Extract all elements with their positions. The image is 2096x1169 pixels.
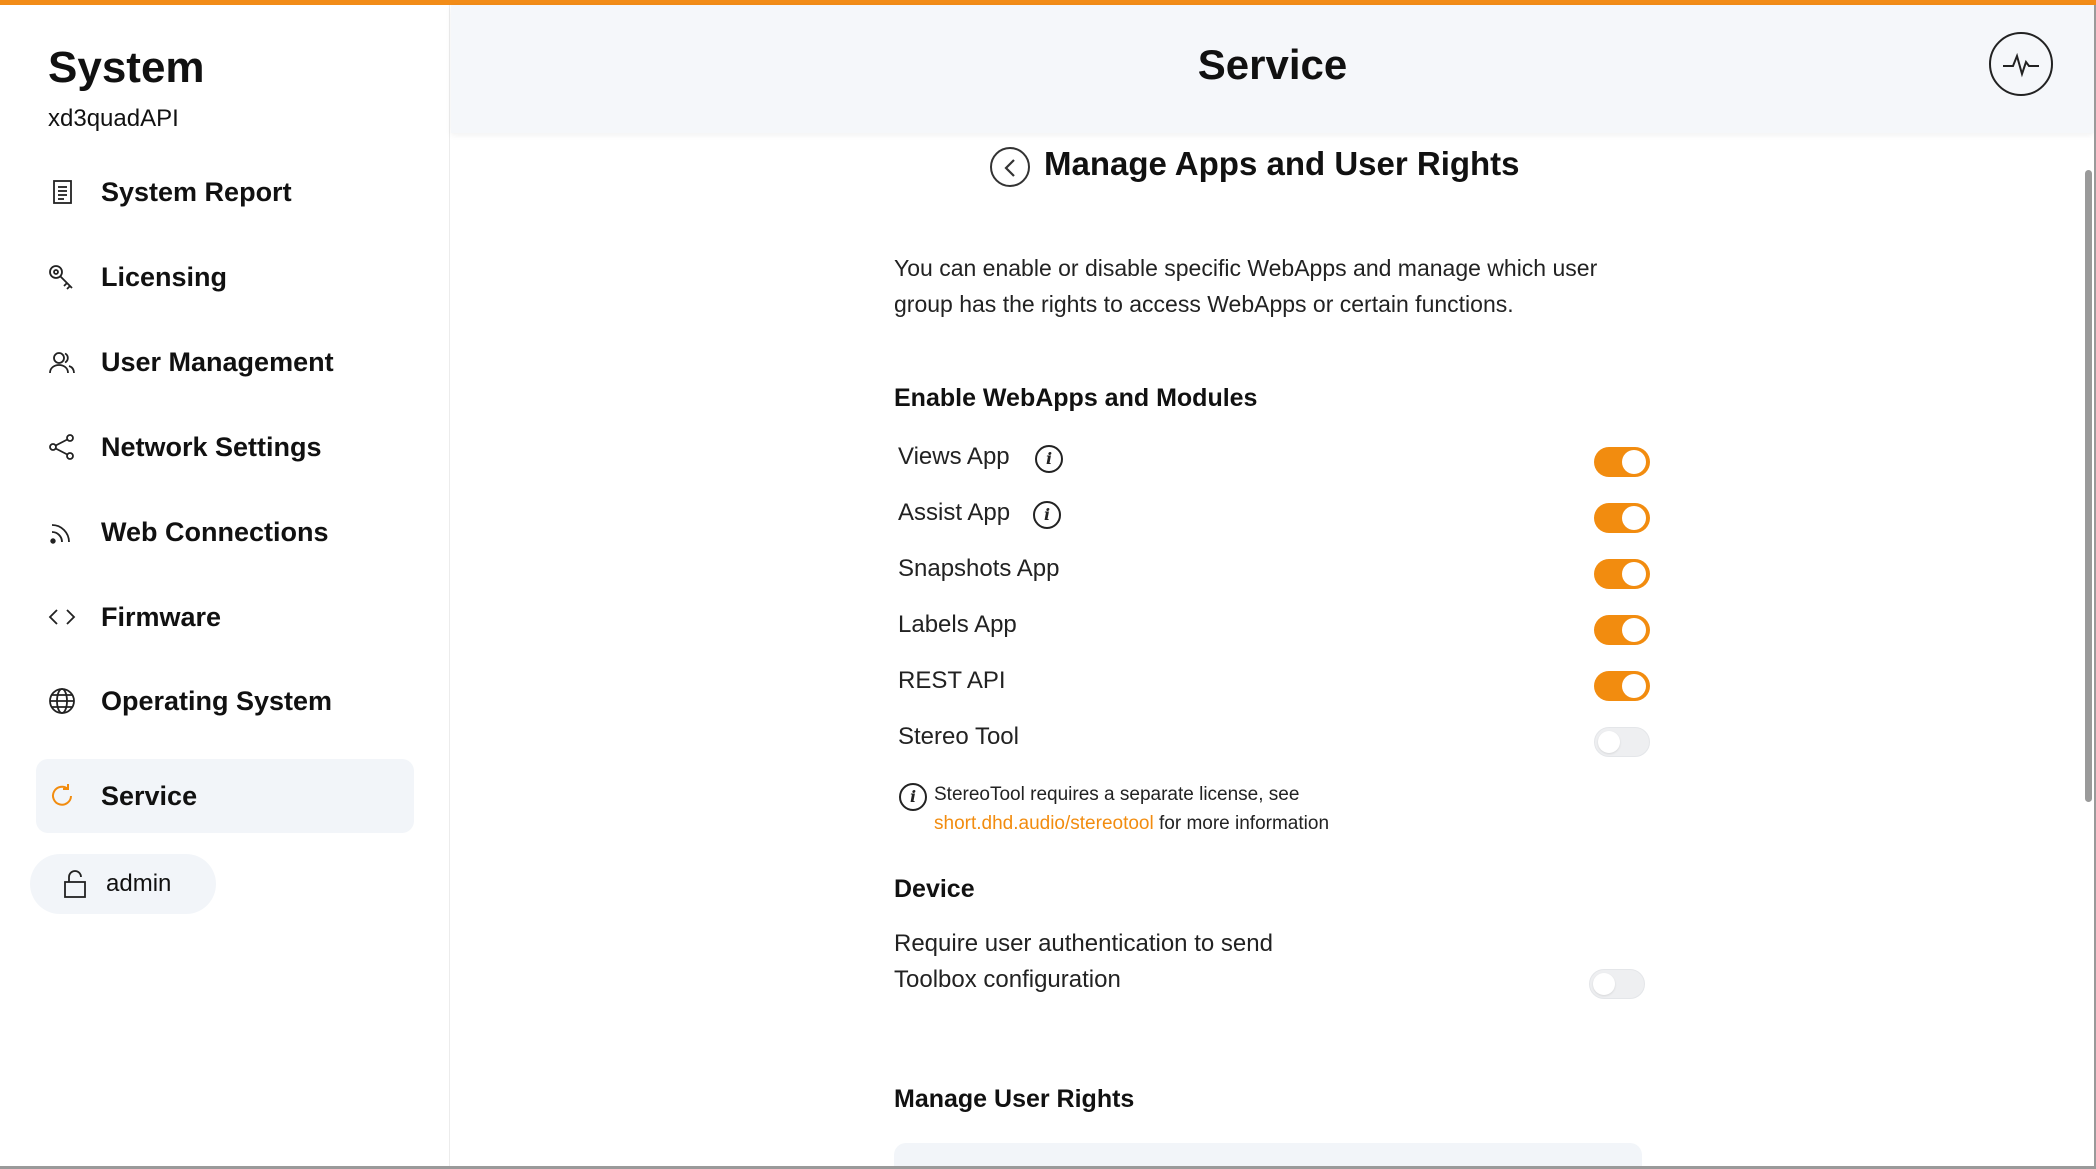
key-icon <box>46 261 78 293</box>
header: Service <box>451 5 2094 133</box>
refresh-icon <box>46 780 78 812</box>
sidebar: System xd3quadAPI System Report Licensin… <box>0 5 450 1166</box>
webapp-label-labels: Labels App <box>898 611 1017 638</box>
section-title-device: Device <box>894 875 975 903</box>
device-name: xd3quadAPI <box>48 105 179 132</box>
sidebar-item-label: Firmware <box>101 601 222 632</box>
back-button[interactable] <box>990 147 1030 187</box>
globe-icon <box>46 685 78 717</box>
toggle-stereo-tool[interactable] <box>1594 727 1650 757</box>
toggle-require-auth[interactable] <box>1589 969 1645 999</box>
lock-icon <box>60 868 90 900</box>
sidebar-item-network-settings[interactable]: Network Settings <box>36 410 414 484</box>
section-title-webapps: Enable WebApps and Modules <box>894 384 1258 412</box>
sidebar-item-label: Licensing <box>101 261 228 292</box>
users-icon <box>46 346 78 378</box>
sidebar-item-operating-system[interactable]: Operating System <box>36 664 414 738</box>
auth-setting-label: Require user authentication to send Tool… <box>894 930 1273 993</box>
rss-icon <box>46 516 78 548</box>
share-icon <box>46 431 78 463</box>
sidebar-item-user-management[interactable]: User Management <box>36 325 414 399</box>
sidebar-item-service[interactable]: Service <box>36 759 414 833</box>
stereotool-note-suffix: for more information <box>1153 813 1330 834</box>
code-icon <box>46 601 78 633</box>
sidebar-item-label: Service <box>101 780 198 811</box>
page-title: Manage Apps and User Rights <box>1044 145 1520 182</box>
webapp-label-views: Views App <box>898 443 1010 470</box>
toggle-labels-app[interactable] <box>1594 615 1650 645</box>
status-monitor-button[interactable] <box>1989 32 2053 96</box>
sidebar-item-label: System Report <box>101 176 292 207</box>
sidebar-item-label: Web Connections <box>101 516 329 547</box>
info-icon[interactable]: i <box>1033 501 1061 529</box>
sidebar-item-label: User Management <box>101 346 334 377</box>
scrollbar[interactable] <box>2085 170 2092 802</box>
intro-text: You can enable or disable specific WebAp… <box>894 255 1598 317</box>
sidebar-title: System <box>48 43 205 92</box>
toggle-views-app[interactable] <box>1594 447 1650 477</box>
info-icon: i <box>899 783 927 811</box>
toggle-rest-api[interactable] <box>1594 671 1650 701</box>
sidebar-item-firmware[interactable]: Firmware <box>36 580 414 654</box>
sidebar-item-label: Network Settings <box>101 431 322 462</box>
webapp-label-rest-api: REST API <box>898 667 1006 694</box>
sidebar-item-web-connections[interactable]: Web Connections <box>36 495 414 569</box>
page-header-title: Service <box>1197 41 1348 88</box>
stereotool-note: StereoTool requires a separate license, … <box>934 784 1300 805</box>
sidebar-item-licensing[interactable]: Licensing <box>36 240 414 314</box>
section-title-user-rights: Manage User Rights <box>894 1085 1135 1113</box>
stereotool-note-link-line: short.dhd.audio/stereotool for more info… <box>934 813 1329 835</box>
stereotool-link[interactable]: short.dhd.audio/stereotool <box>934 813 1154 834</box>
username: admin <box>106 870 172 897</box>
document-icon <box>46 176 78 208</box>
webapp-label-snapshots: Snapshots App <box>898 555 1060 582</box>
webapp-label-assist: Assist App <box>898 499 1011 526</box>
sidebar-item-system-report[interactable]: System Report <box>36 155 414 229</box>
sidebar-item-label: Operating System <box>101 685 333 716</box>
webapp-label-stereo-tool: Stereo Tool <box>898 723 1019 750</box>
user-account-button[interactable]: admin <box>30 854 216 914</box>
info-icon[interactable]: i <box>1035 445 1063 473</box>
toggle-snapshots-app[interactable] <box>1594 559 1650 589</box>
toggle-assist-app[interactable] <box>1594 503 1650 533</box>
